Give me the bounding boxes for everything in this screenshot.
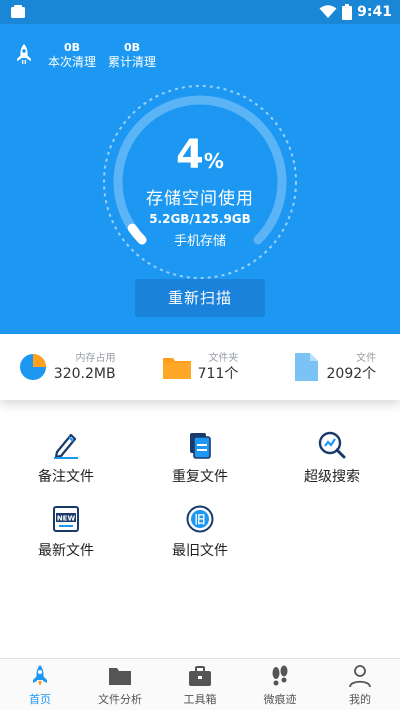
svg-text:旧: 旧 — [195, 513, 206, 526]
tab-label: 工具箱 — [183, 693, 217, 706]
bottom-tab-bar: 首页 文件分析 工具箱 微痕迹 我的 — [0, 658, 400, 710]
stat-label: 本次清理 — [48, 54, 97, 69]
new-badge-icon: NEW — [53, 506, 79, 532]
status-time: 9:41 — [357, 4, 392, 20]
tab-profile[interactable]: 我的 — [320, 659, 400, 710]
old-clock-icon: 旧 — [186, 505, 214, 533]
rescan-button[interactable]: 重新扫描 — [135, 279, 265, 317]
summary-value: 320.2MB — [53, 365, 116, 382]
tool-super-search[interactable]: 超级搜索 — [272, 430, 392, 486]
tool-label: 最旧文件 — [172, 543, 228, 559]
stat-value: 0B — [63, 40, 81, 54]
notification-icon — [11, 5, 25, 18]
toolbox-icon — [189, 666, 211, 686]
tool-duplicate-file[interactable]: 重复文件 — [140, 430, 260, 486]
summary-memory[interactable]: 内存占用 320.2MB — [0, 334, 133, 400]
battery-icon — [342, 4, 353, 20]
person-icon — [349, 665, 371, 688]
storage-type: 手机存储 — [173, 234, 226, 249]
tool-label: 备注文件 — [38, 469, 94, 485]
tab-label: 微痕迹 — [263, 693, 297, 706]
usage-percent: 4% — [100, 132, 300, 178]
tab-file-analysis[interactable]: 文件分析 — [80, 659, 160, 710]
clean-stats-row: 0B 本次清理 0B 累计清理 — [14, 40, 168, 70]
tab-traces[interactable]: 微痕迹 — [240, 659, 320, 710]
tool-oldest-file[interactable]: 旧 最旧文件 — [140, 504, 260, 560]
tool-notes-file[interactable]: 备注文件 — [6, 430, 126, 486]
pencil-icon — [54, 433, 78, 459]
tab-label: 我的 — [349, 693, 371, 706]
tool-newest-file[interactable]: NEW 最新文件 — [6, 504, 126, 560]
summary-label: 文件 — [356, 352, 377, 364]
search-chart-icon — [318, 431, 346, 459]
tool-label: 超级搜索 — [304, 469, 360, 485]
footprints-icon — [272, 665, 288, 686]
usage-percent-value: 4 — [176, 132, 204, 178]
usage-percent-sign: % — [203, 149, 224, 173]
tool-label: 最新文件 — [38, 543, 94, 559]
summary-folders[interactable]: 文件夹 711个 — [133, 334, 266, 400]
tool-label: 重复文件 — [172, 469, 228, 485]
status-bar: 9:41 — [0, 0, 400, 24]
stat-value: 0B — [124, 40, 141, 54]
rocket-icon[interactable] — [14, 43, 34, 67]
storage-gauge: 4% 存储空间使用 5.2GB/125.9GB 手机存储 — [100, 82, 300, 282]
tab-label: 首页 — [29, 693, 51, 706]
wifi-icon — [319, 5, 337, 18]
rocket-icon — [33, 665, 47, 686]
tab-toolbox[interactable]: 工具箱 — [160, 659, 240, 710]
summary-card: 内存占用 320.2MB 文件夹 711个 文件 2092个 — [0, 334, 400, 400]
stat-current-clean: 0B 本次清理 — [48, 41, 96, 70]
pie-chart-icon — [19, 354, 46, 380]
summary-files[interactable]: 文件 2092个 — [267, 334, 400, 400]
storage-hero: 0B 本次清理 0B 累计清理 4% 存储空间使用 5.2GB/125.9GB … — [0, 24, 400, 334]
folder-icon — [162, 358, 191, 379]
summary-value: 711个 — [197, 365, 239, 382]
stat-total-clean: 0B 累计清理 — [108, 41, 156, 70]
stat-label: 累计清理 — [108, 54, 157, 69]
tab-home[interactable]: 首页 — [0, 659, 80, 710]
tab-label: 文件分析 — [98, 693, 142, 706]
summary-label: 文件夹 — [208, 352, 239, 364]
folder-icon — [109, 668, 131, 685]
file-icon — [294, 353, 318, 381]
summary-value: 2092个 — [326, 365, 377, 382]
svg-text:NEW: NEW — [57, 515, 76, 523]
duplicate-file-icon — [190, 433, 211, 459]
summary-label: 内存占用 — [75, 352, 116, 364]
usage-caption: 存储空间使用 — [146, 189, 254, 209]
usage-size: 5.2GB/125.9GB — [149, 212, 251, 226]
